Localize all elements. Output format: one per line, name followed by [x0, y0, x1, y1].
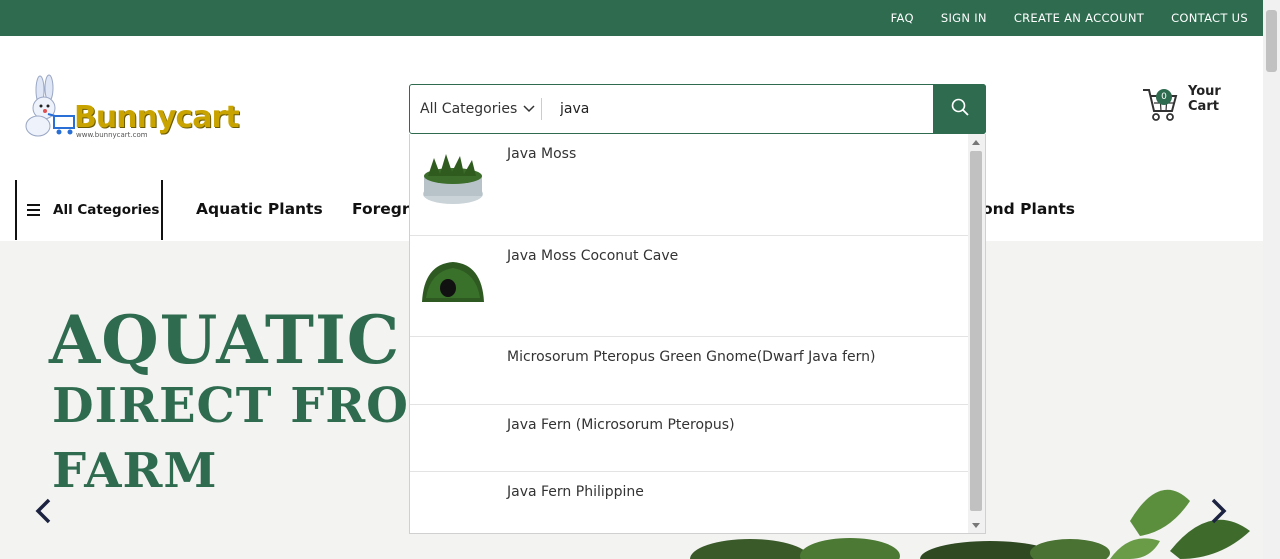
suggestion-label: Java Fern Philippine [507, 484, 644, 500]
carousel-next-button[interactable] [1206, 496, 1230, 526]
page-scrollbar-thumb[interactable] [1266, 10, 1277, 72]
logo-url: www.bunnycart.com [76, 131, 148, 139]
chevron-down-icon [523, 101, 535, 117]
sign-in-link[interactable]: SIGN IN [941, 11, 987, 25]
coconut-cave-thumbnail [420, 250, 486, 310]
category-select-value: All Categories [420, 101, 518, 117]
cart-button[interactable]: 0 Your Cart [1142, 84, 1252, 126]
page-scrollbar[interactable] [1263, 0, 1280, 559]
logo-wordmark: Bunnycart [74, 100, 240, 135]
suggestion-label: Java Moss [507, 146, 577, 162]
search-button[interactable] [933, 84, 986, 134]
carousel-prev-button[interactable] [32, 496, 56, 526]
nav-item-aquatic-plants[interactable]: Aquatic Plants [196, 200, 323, 218]
chevron-right-icon [1206, 498, 1230, 530]
hero-heading-line2: DIRECT FROM [52, 378, 464, 434]
category-select[interactable]: All Categories [410, 85, 542, 133]
suggestion-item[interactable]: Java Moss Coconut Cave [410, 236, 970, 337]
nav-item-pond-plants[interactable]: ond Plants [982, 200, 1075, 218]
faq-link[interactable]: FAQ [891, 11, 914, 25]
suggestion-item[interactable]: Microsorum Pteropus Green Gnome(Dwarf Ja… [410, 337, 970, 405]
java-moss-thumbnail [420, 148, 486, 208]
bunnycart-logo[interactable]: Bunnycart www.bunnycart.com [18, 74, 240, 144]
scroll-down-arrow-icon[interactable] [972, 523, 980, 528]
hero-heading-line3: FARM [52, 443, 218, 499]
suggestion-label: Java Moss Coconut Cave [507, 248, 679, 264]
scroll-up-arrow-icon[interactable] [972, 140, 980, 145]
top-bar: FAQ SIGN IN CREATE AN ACCOUNT CONTACT US [0, 0, 1280, 36]
hamburger-icon [27, 201, 41, 220]
suggestion-item[interactable]: Java Fern Philippine [410, 472, 970, 533]
dropdown-scrollbar-thumb[interactable] [970, 151, 982, 511]
search-input[interactable] [560, 85, 930, 133]
all-categories-label: All Categories [53, 202, 160, 218]
search-icon [951, 98, 969, 120]
cart-count-badge: 0 [1156, 89, 1172, 105]
all-categories-menu[interactable]: All Categories [15, 180, 163, 240]
create-account-link[interactable]: CREATE AN ACCOUNT [1014, 11, 1144, 25]
suggestion-item[interactable]: Java Fern (Microsorum Pteropus) [410, 405, 970, 472]
suggestions-list: Java Moss Java Moss Coconut Cave Microso… [410, 134, 970, 533]
dropdown-scrollbar[interactable] [968, 134, 985, 533]
contact-us-link[interactable]: CONTACT US [1171, 11, 1248, 25]
suggestion-label: Microsorum Pteropus Green Gnome(Dwarf Ja… [507, 349, 876, 365]
search-divider [541, 98, 542, 120]
suggestion-label: Java Fern (Microsorum Pteropus) [507, 417, 735, 433]
search-suggestions-dropdown: Java Moss Java Moss Coconut Cave Microso… [409, 134, 986, 534]
search-bar: All Categories [409, 84, 986, 134]
cart-label: Your Cart [1188, 84, 1221, 114]
top-links: FAQ SIGN IN CREATE AN ACCOUNT CONTACT US [864, 0, 1248, 36]
chevron-left-icon [32, 498, 56, 530]
suggestion-item[interactable]: Java Moss [410, 134, 970, 236]
